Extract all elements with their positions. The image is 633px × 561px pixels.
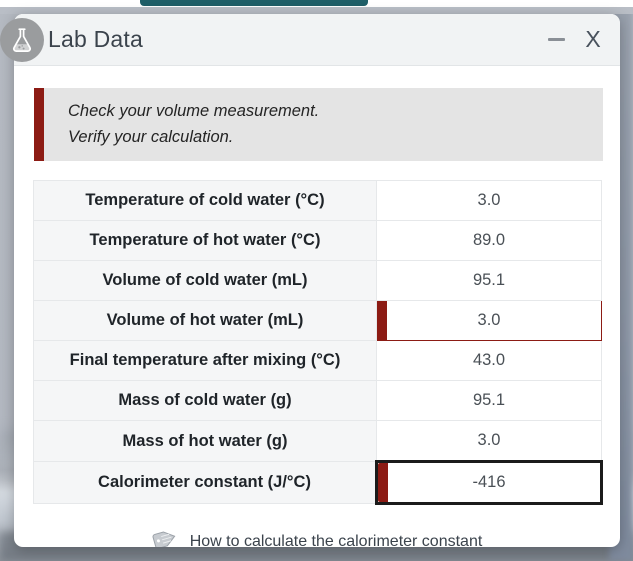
lab-data-table: Temperature of cold water (°C) 3.0 Tempe… xyxy=(33,180,603,506)
table-row-flagged: Volume of hot water (mL) 3.0 xyxy=(33,300,602,342)
alert-line-1: Check your volume measurement. xyxy=(68,102,320,120)
row-value-input[interactable]: 43.0 xyxy=(376,340,602,382)
table-row-focused: Calorimeter constant (J/°C) -416 xyxy=(33,460,603,506)
minimize-icon xyxy=(547,38,565,41)
row-label: Temperature of hot water (°C) xyxy=(33,220,377,262)
row-value-input[interactable]: 95.1 xyxy=(376,260,602,302)
row-label: Mass of cold water (g) xyxy=(33,380,377,422)
alert-accent-bar xyxy=(34,88,44,162)
table-row: Final temperature after mixing (°C) 43.0 xyxy=(33,340,602,382)
minimize-button[interactable] xyxy=(546,29,566,51)
row-label: Mass of hot water (g) xyxy=(33,420,377,463)
row-label: Volume of cold water (mL) xyxy=(33,260,377,302)
row-value-input[interactable]: 3.0 xyxy=(376,180,602,222)
top-strip-rail xyxy=(0,7,633,14)
row-label: Volume of hot water (mL) xyxy=(33,300,377,342)
row-label: Calorimeter constant (J/°C) xyxy=(33,461,377,505)
window-controls: X xyxy=(546,14,604,65)
lab-data-table-body: Temperature of cold water (°C) 3.0 Tempe… xyxy=(33,180,603,506)
table-row: Mass of cold water (g) 95.1 xyxy=(33,380,602,422)
row-value-input[interactable]: 89.0 xyxy=(376,220,602,262)
close-button[interactable]: X xyxy=(582,28,604,52)
row-value-input[interactable]: 3.0 xyxy=(376,420,602,463)
tag-icon xyxy=(152,529,178,547)
lab-data-dialog: Lab Data X Check your volume measurement… xyxy=(14,14,620,547)
row-value-text: -416 xyxy=(472,473,506,492)
row-label: Final temperature after mixing (°C) xyxy=(33,340,377,382)
how-to-calculate-link[interactable]: How to calculate the calorimeter constan… xyxy=(190,533,483,547)
flask-icon xyxy=(0,18,44,62)
active-tab-indicator[interactable] xyxy=(140,0,368,6)
page-title: Lab Data xyxy=(48,26,143,52)
calorimeter-constant-input[interactable]: -416 xyxy=(375,460,603,506)
row-label: Temperature of cold water (°C) xyxy=(33,180,377,222)
alert-text: Check your volume measurement. Verify yo… xyxy=(44,88,319,161)
table-row: Mass of hot water (g) 3.0 xyxy=(33,420,602,463)
help-row: How to calculate the calorimeter constan… xyxy=(14,529,620,547)
row-value-text: 3.0 xyxy=(477,311,501,330)
alert-line-2: Verify your calculation. xyxy=(68,127,234,146)
table-row: Temperature of hot water (°C) 89.0 xyxy=(33,220,602,262)
table-row: Volume of cold water (mL) 95.1 xyxy=(33,260,602,302)
validation-alert: Check your volume measurement. Verify yo… xyxy=(34,88,603,162)
table-row: Temperature of cold water (°C) 3.0 xyxy=(33,180,602,222)
dialog-header: Lab Data X xyxy=(14,14,620,66)
row-value-input-flagged[interactable]: 3.0 xyxy=(376,300,602,342)
dialog-body: Check your volume measurement. Verify yo… xyxy=(14,88,620,547)
error-accent-bar xyxy=(378,463,388,503)
row-value-input[interactable]: 95.1 xyxy=(376,380,602,422)
error-accent-bar xyxy=(377,301,387,341)
